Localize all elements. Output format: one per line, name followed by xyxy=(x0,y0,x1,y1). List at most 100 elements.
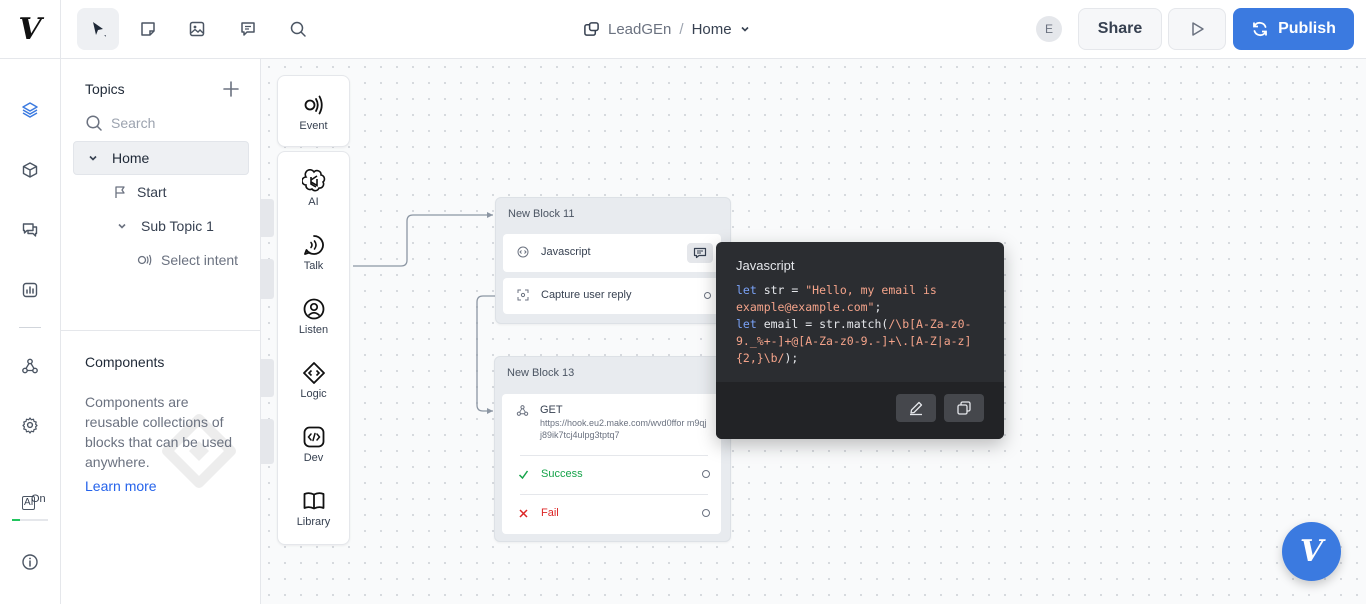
intent-icon xyxy=(137,254,152,266)
chevron-down-icon[interactable] xyxy=(117,221,127,231)
library-icon xyxy=(303,491,324,509)
step-divider xyxy=(520,494,708,495)
api-method: GET xyxy=(540,404,563,416)
rail-content[interactable] xyxy=(19,159,41,181)
flow-canvas[interactable]: Event AI Talk Listen Logic Dev Library N… xyxy=(261,59,1366,604)
components-description: Components are reusable collections of b… xyxy=(85,394,233,470)
chevron-down-icon[interactable] xyxy=(740,24,750,34)
palette-label-talk: Talk xyxy=(303,259,324,272)
analytics-icon xyxy=(22,282,38,298)
success-port[interactable] xyxy=(702,470,710,478)
topics-title: Topics xyxy=(85,81,125,97)
block-title[interactable]: New Block 13 xyxy=(507,367,574,379)
preview-icon xyxy=(693,247,707,259)
step-palette: Event AI Talk Listen Logic Dev Library xyxy=(277,75,350,545)
palette-talk[interactable]: Talk xyxy=(278,220,349,284)
settings-icon xyxy=(22,417,38,434)
tree-label-home: Home xyxy=(112,150,150,166)
learn-more-link[interactable]: Learn more xyxy=(85,478,157,494)
fail-path[interactable]: Fail xyxy=(518,507,559,519)
code-text: email = str.match( xyxy=(756,317,889,331)
comment-tool-button[interactable] xyxy=(227,8,269,50)
rail-info[interactable] xyxy=(19,551,41,573)
avatar[interactable]: E xyxy=(1036,16,1062,42)
block-title[interactable]: New Block 11 xyxy=(508,208,574,220)
rail-analytics[interactable] xyxy=(19,279,41,301)
tree-item-home[interactable]: Home xyxy=(73,141,249,175)
topics-sidebar: Topics Search Home Start Sub Topic 1 Sel… xyxy=(61,59,261,604)
copy-code-button[interactable] xyxy=(944,394,984,422)
sidebar-divider xyxy=(61,330,261,331)
project-name[interactable]: LeadGEn xyxy=(608,21,671,38)
code-icon xyxy=(517,246,529,258)
code-text: ); xyxy=(784,351,799,365)
ai-icon xyxy=(301,168,325,191)
palette-logic[interactable]: Logic xyxy=(278,348,349,412)
topics-search[interactable]: Search xyxy=(85,113,235,133)
javascript-step[interactable]: Javascript xyxy=(503,234,721,272)
chevron-down-icon[interactable] xyxy=(88,153,98,163)
logo-letter: V xyxy=(18,12,42,47)
rail-designer[interactable] xyxy=(19,99,41,121)
check-icon xyxy=(518,470,529,479)
edit-code-button[interactable] xyxy=(896,394,936,422)
tree-label-start: Start xyxy=(137,184,167,200)
tree-item-start[interactable]: Start xyxy=(113,175,167,209)
select-icon xyxy=(93,22,106,37)
publish-button[interactable]: Publish xyxy=(1233,8,1354,50)
info-icon xyxy=(22,554,38,570)
palette-listen[interactable]: Listen xyxy=(278,284,349,348)
output-port[interactable] xyxy=(704,292,711,299)
step-label-capture: Capture user reply xyxy=(541,289,632,301)
palette-event[interactable]: Event xyxy=(278,76,349,148)
cube-icon xyxy=(22,162,38,178)
tree-item-select-intent[interactable]: Select intent xyxy=(137,243,238,277)
api-step[interactable]: GET https://hook.eu2.make.com/wvd0ffor m… xyxy=(502,394,721,534)
success-path[interactable]: Success xyxy=(518,468,583,480)
ai-state: On xyxy=(31,493,46,505)
block-new-block-13[interactable]: New Block 13 GET https://hook.eu2.make.c… xyxy=(494,356,731,542)
rail-conversations[interactable] xyxy=(19,219,41,241)
edit-icon xyxy=(910,401,923,416)
rail-integrations[interactable] xyxy=(19,355,41,377)
step-preview-button[interactable] xyxy=(687,243,713,263)
publish-label: Publish xyxy=(1278,20,1336,37)
palette-dev[interactable]: Dev xyxy=(278,412,349,476)
select-tool-button[interactable] xyxy=(77,8,119,50)
left-rail: AI On xyxy=(0,59,61,604)
image-tool-button[interactable] xyxy=(176,8,218,50)
note-tool-button[interactable] xyxy=(127,8,169,50)
code-preview: let str = "Hello, my email is example@ex… xyxy=(736,282,988,367)
popover-footer xyxy=(716,382,1004,439)
current-page[interactable]: Home xyxy=(692,21,732,38)
run-button[interactable] xyxy=(1168,8,1226,50)
tree-label-sub-topic: Sub Topic 1 xyxy=(141,218,214,234)
palette-library[interactable]: Library xyxy=(278,476,349,540)
breadcrumb: LeadGEn / Home xyxy=(583,19,750,39)
event-icon xyxy=(304,95,323,114)
refresh-icon xyxy=(1253,21,1268,37)
code-icon xyxy=(303,426,324,447)
tree-item-sub-topic[interactable]: Sub Topic 1 xyxy=(117,209,214,243)
ai-toggle[interactable]: AI On xyxy=(12,493,48,521)
palette-label-event: Event xyxy=(299,119,328,132)
ai-toggle-indicator xyxy=(12,519,48,521)
logic-icon xyxy=(302,361,325,384)
help-logo-letter: V xyxy=(1299,534,1324,569)
help-chat-button[interactable]: V xyxy=(1282,522,1341,581)
palette-label-logic: Logic xyxy=(300,387,327,400)
palette-label-library: Library xyxy=(296,515,331,528)
chat-icon xyxy=(22,223,38,237)
search-tool-button[interactable] xyxy=(277,8,319,50)
api-url: https://hook.eu2.make.com/wvd0ffor m9qjj… xyxy=(540,418,707,440)
capture-step[interactable]: Capture user reply xyxy=(503,278,721,314)
add-topic-icon[interactable] xyxy=(221,79,241,99)
fail-port[interactable] xyxy=(702,509,710,517)
success-label: Success xyxy=(541,468,583,480)
talk-icon xyxy=(303,234,324,255)
rail-settings[interactable] xyxy=(19,414,41,436)
share-button[interactable]: Share xyxy=(1078,8,1162,50)
palette-ai[interactable]: AI xyxy=(278,156,349,220)
app-logo[interactable]: V xyxy=(0,0,61,59)
block-new-block-11[interactable]: New Block 11 Javascript Capture user rep… xyxy=(495,197,731,324)
